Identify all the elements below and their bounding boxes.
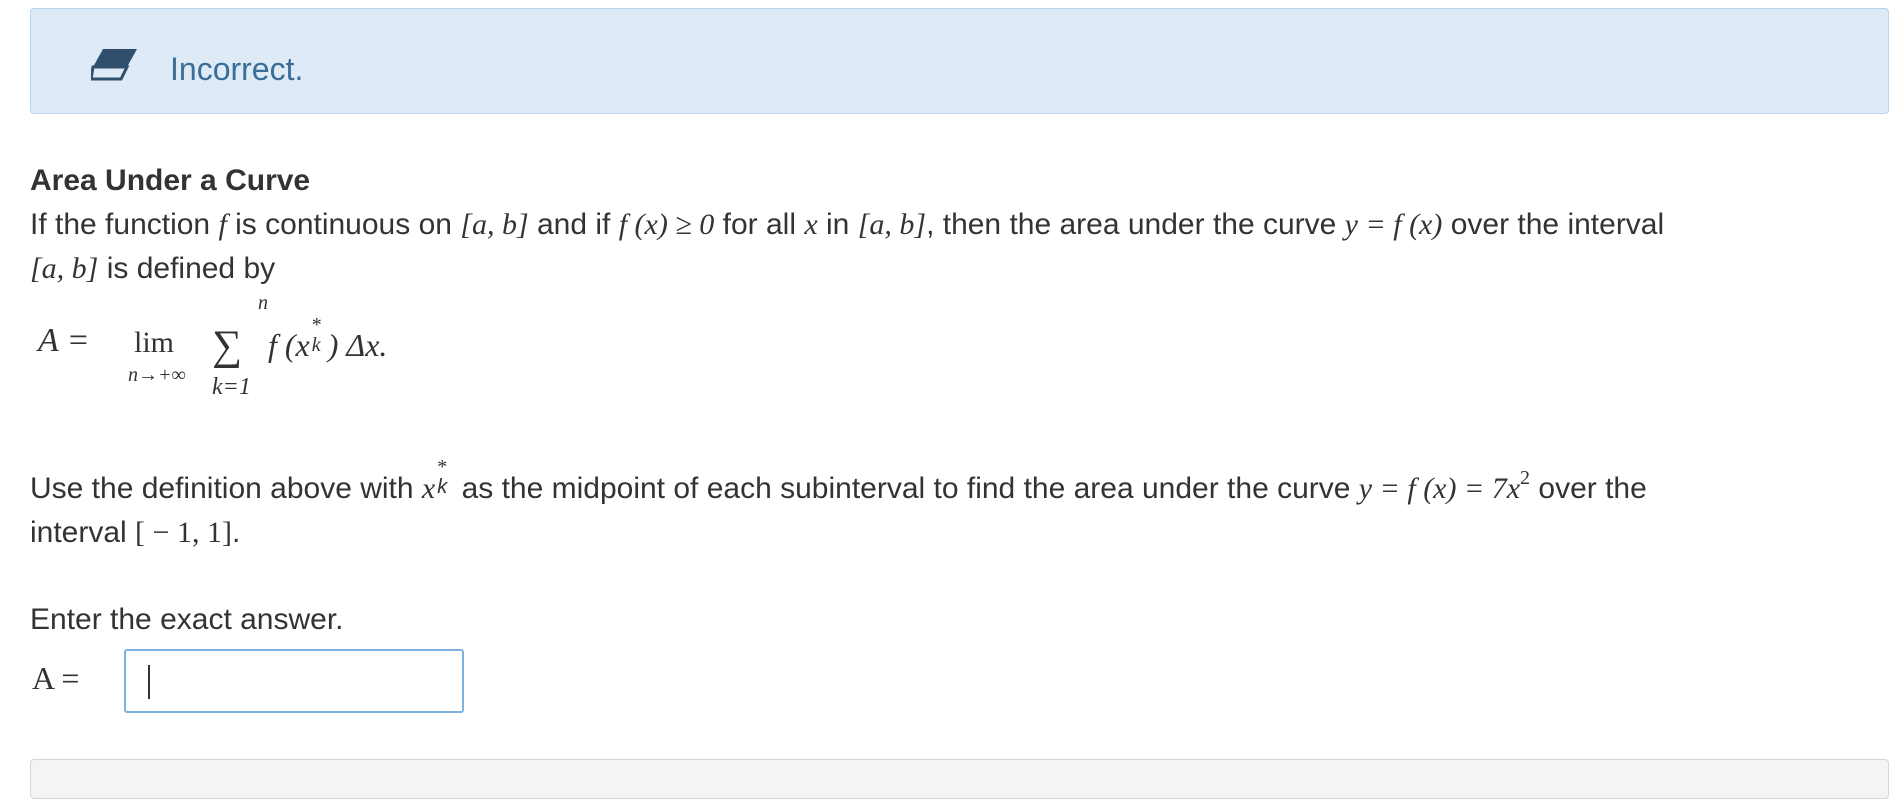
- eraser-icon: [91, 49, 137, 81]
- feedback-banner: Incorrect.: [30, 8, 1889, 114]
- problem-line-1: Use the definition above with x * k as the…: [30, 456, 1647, 505]
- feedback-text: Incorrect.: [170, 51, 304, 87]
- problem-line-2: interval [ − 1, 1].: [30, 516, 241, 549]
- answer-input[interactable]: [124, 649, 464, 713]
- definition-line-1: If the function f is continuous on [a, b…: [30, 208, 1665, 241]
- section-title: Area Under a Curve: [30, 164, 311, 197]
- text-caret: [148, 665, 150, 699]
- answer-label: A =: [32, 660, 80, 696]
- next-panel: [30, 759, 1889, 799]
- area-formula: A = lim n→+∞ n ∑ k=1 f (x * k) Δx.: [38, 292, 388, 400]
- definition-line-2: [a, b] is defined by: [30, 252, 276, 285]
- instruction-text: Enter the exact answer.: [30, 603, 344, 636]
